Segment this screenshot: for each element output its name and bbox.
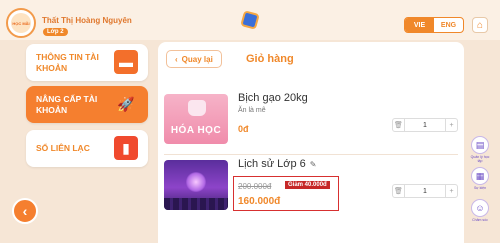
plus-icon[interactable]: + [445,185,457,197]
side-button-support[interactable]: ☺ Chăm sóc [470,199,490,222]
back-button[interactable]: ‹ Quay lại [166,50,222,68]
city-graphic [164,198,228,210]
menu-item-contact-book[interactable]: SỔ LIÊN LẠC ▮ [26,130,148,167]
price-box: 200.000đ Giảm 40.000đ 160.000đ [233,176,339,211]
book-icon: ▮ [114,136,138,160]
quantity-value[interactable]: 1 [405,188,445,195]
quantity-stepper: 🗑 1 + [392,118,458,132]
trash-icon[interactable]: 🗑 [393,119,405,131]
side-button-events[interactable]: ▦ Sự kiện [470,167,490,190]
thumbnail-text: HÓA HỌC [170,125,222,136]
pencil-icon[interactable]: ✎ [310,160,317,169]
back-arrow-icon[interactable]: ‹ [12,198,38,224]
side-button-label: Quản lý học tập [470,155,490,163]
side-button-label: Sự kiện [473,186,487,190]
menu-item-label: SỔ LIÊN LẠC [36,143,90,153]
cart-item: HÓA HỌC Bịch gạo 20kg Ăn là mê 0đ 🗑 1 + [164,88,458,150]
cart-panel: ‹ Quay lại Giỏ hàng HÓA HỌC Bịch gạo 20k… [158,42,464,243]
trash-icon[interactable]: 🗑 [393,185,405,197]
menu-item-label: THÔNG TIN TÀI KHOẢN [36,51,99,73]
logo-emblem: HỌC MÃI [11,13,31,33]
menu-item-upgrade-account[interactable]: NÂNG CẤP TÀI KHOẢN 🚀 [26,86,148,123]
side-button-label: Chăm sóc [472,218,488,222]
product-name: Bịch gạo 20kg [238,92,308,104]
menu-item-account-info[interactable]: THÔNG TIN TÀI KHOẢN ▬ [26,44,148,81]
calendar-icon: ▦ [471,167,489,185]
user-name: Thất Thị Hoàng Nguyên [42,16,132,25]
lang-vie-button[interactable]: VIE [405,18,434,32]
product-price: 160.000đ [238,196,281,207]
quantity-value[interactable]: 1 [405,122,445,129]
folder-icon: ▬ [114,50,138,74]
lang-eng-button[interactable]: ENG [434,18,463,32]
glow-graphic [186,172,206,192]
side-button-study[interactable]: ▤ Quản lý học tập [470,136,490,163]
app-logo-icon [240,10,260,30]
chart-icon: ▤ [471,136,489,154]
product-thumbnail[interactable]: HÓA HỌC [164,94,228,144]
logo-text: HỌC MÃI [12,20,30,26]
back-label: Quay lại [181,54,213,64]
home-icon[interactable]: ⌂ [472,17,488,33]
product-subtitle: Ăn là mê [238,107,266,114]
chevron-left-icon: ‹ [175,54,178,64]
plus-icon[interactable]: + [445,119,457,131]
page-title: Giỏ hàng [246,53,294,65]
school-logo[interactable]: HỌC MÃI [6,8,36,38]
grade-badge: Lớp 2 [43,28,68,36]
language-switch: VIE ENG [404,17,464,33]
bag-graphic [188,100,206,116]
top-bar: HỌC MÃI Thất Thị Hoàng Nguyên Lớp 2 VIE … [0,0,500,40]
product-thumbnail[interactable] [164,160,228,210]
menu-item-label: NÂNG CẤP TÀI KHOẢN [36,93,98,115]
product-name: Lịch sử Lớp 6 [238,158,306,170]
quantity-stepper: 🗑 1 + [392,184,458,198]
old-price: 200.000đ [238,182,272,191]
support-icon: ☺ [471,199,489,217]
discount-badge: Giảm 40.000đ [285,181,330,189]
rocket-icon: 🚀 [117,95,135,112]
cart-item: Lịch sử Lớp 6 ✎ 200.000đ Giảm 40.000đ 160… [164,154,458,216]
product-name-row: Lịch sử Lớp 6 ✎ [238,158,316,170]
product-price: 0đ [238,124,249,134]
